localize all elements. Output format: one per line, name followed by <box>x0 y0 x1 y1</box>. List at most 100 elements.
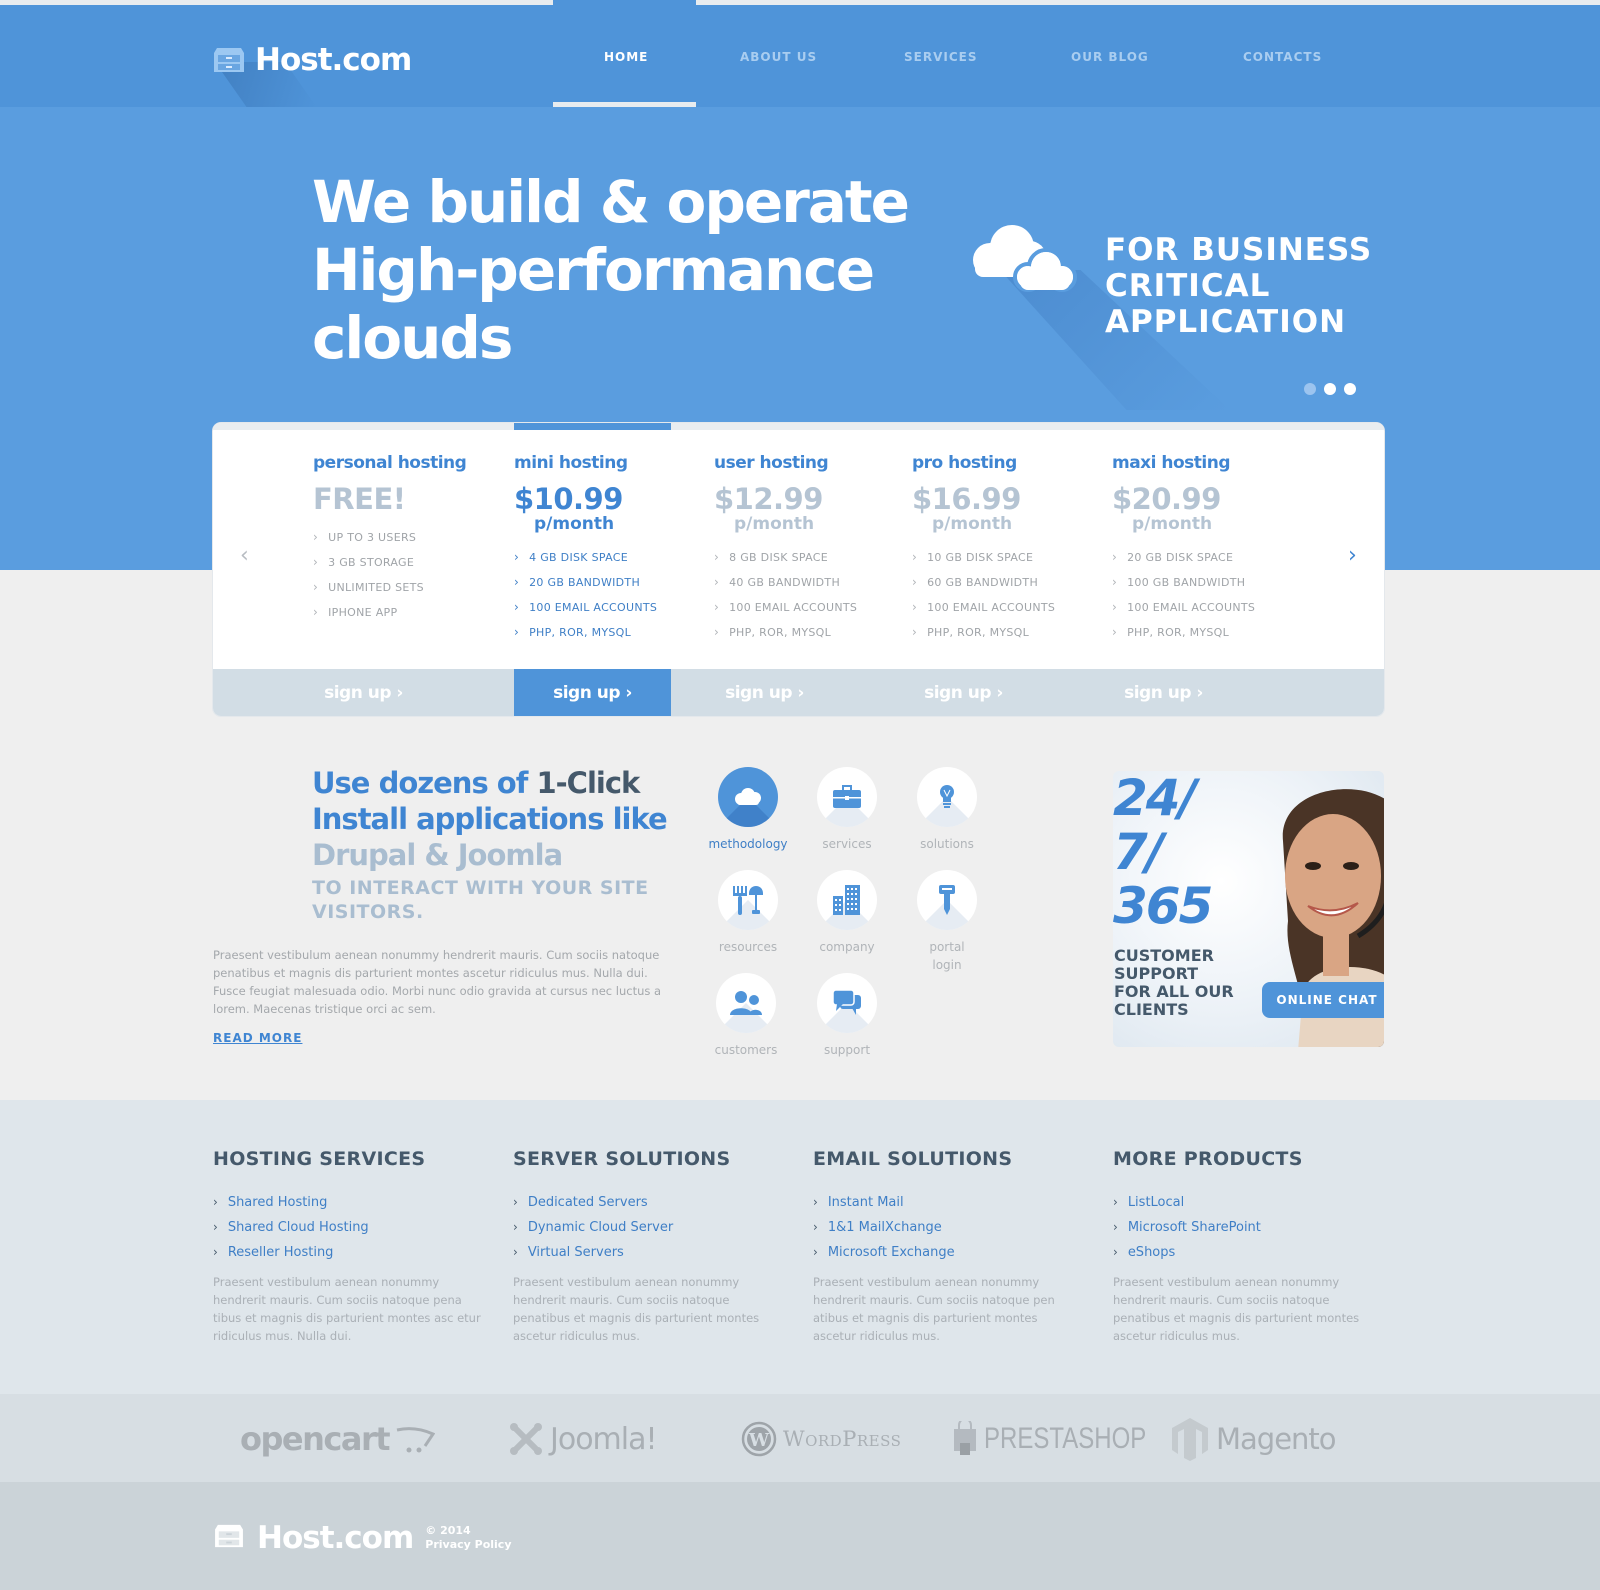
support-tagline-line: CUSTOMER <box>1114 946 1214 965</box>
magento-icon <box>1172 1418 1208 1461</box>
column-text: Praesent vestibulum aenean nonummy hendr… <box>813 1275 1055 1343</box>
column-title: MORE PRODUCTS <box>1113 1148 1303 1170</box>
users-icon <box>730 991 762 1015</box>
icon-circle <box>917 767 977 827</box>
nav-contacts[interactable]: CONTACTS <box>1243 50 1322 64</box>
feature-label: methodology <box>708 837 788 851</box>
feature-label: services <box>822 837 872 851</box>
support-availability: 24/ 7/ 365 <box>1113 771 1213 933</box>
column-link[interactable]: ListLocal <box>1113 1190 1383 1215</box>
building-icon <box>833 885 860 915</box>
column-link[interactable]: Reseller Hosting <box>213 1240 483 1265</box>
icon-circle <box>817 973 877 1033</box>
column-link[interactable]: Instant Mail <box>813 1190 1083 1215</box>
column-link[interactable]: Shared Hosting <box>213 1190 483 1215</box>
online-chat-button[interactable]: ONLINE CHAT <box>1262 982 1384 1018</box>
partner-opencart[interactable]: opencart <box>240 1414 436 1464</box>
support-tagline: CUSTOMER SUPPORT FOR ALL OUR CLIENTS <box>1114 947 1234 1019</box>
feature-customers[interactable]: customers <box>696 973 796 1059</box>
plan-feature: 100 EMAIL ACCOUNTS <box>1112 595 1302 620</box>
column-links: ListLocal Microsoft SharePoint eShops <box>1113 1190 1383 1265</box>
partner-name: Magento <box>1216 1422 1337 1456</box>
plan-features: 8 GB DISK SPACE 40 GB BANDWIDTH 100 EMAI… <box>714 545 904 645</box>
partner-magento[interactable]: Magento <box>1170 1414 1337 1464</box>
slider-dot[interactable] <box>1304 383 1316 395</box>
column-link[interactable]: 1&1 MailXchange <box>813 1215 1083 1240</box>
icon-circle <box>718 870 778 930</box>
prev-arrow-icon[interactable]: ‹ <box>240 543 249 568</box>
column-link[interactable]: eShops <box>1113 1240 1383 1265</box>
feature-label: resources <box>718 940 778 954</box>
plan-period: p/month <box>932 514 1013 534</box>
plan-period: p/month <box>734 514 815 534</box>
pricing-table: ‹ › personal hosting FREE! UP TO 3 USERS… <box>213 423 1384 716</box>
footer-logo-text[interactable]: Host.com <box>257 1520 414 1556</box>
svg-text:W: W <box>748 1430 770 1451</box>
feature-resources[interactable]: resources <box>698 870 798 956</box>
plan-feature: UNLIMITED SETS <box>313 575 503 600</box>
joomla-icon <box>510 1423 542 1455</box>
partner-joomla[interactable]: Joomla! <box>508 1414 658 1464</box>
partner-wordpress[interactable]: W WordPress <box>741 1414 901 1464</box>
lightbulb-icon <box>940 785 954 808</box>
hero-title: We build & operate High-performance clou… <box>312 168 910 372</box>
column-link[interactable]: Dynamic Cloud Server <box>513 1215 783 1240</box>
nav-about-us[interactable]: ABOUT US <box>740 50 817 64</box>
plan-period: p/month <box>534 514 615 534</box>
column-link[interactable]: Microsoft SharePoint <box>1113 1215 1383 1240</box>
plan-feature: 40 GB BANDWIDTH <box>714 570 904 595</box>
plan-price: $10.99 <box>514 482 623 516</box>
feature-portal-login[interactable]: portal login <box>897 870 997 974</box>
slider-dot[interactable] <box>1324 383 1336 395</box>
nav-home[interactable]: HOME <box>604 50 648 64</box>
column-text: Praesent vestibulum aenean nonummy hendr… <box>513 1275 760 1343</box>
feature-services[interactable]: services <box>797 767 897 853</box>
plan-features: UP TO 3 USERS 3 GB STORAGE UNLIMITED SET… <box>313 525 503 625</box>
privacy-policy-link[interactable]: Privacy Policy <box>425 1538 511 1552</box>
hero-subtitle-line: FOR BUSINESS <box>1105 232 1373 268</box>
plan-mini: mini hosting $10.99 p/month 4 GB DISK SP… <box>514 453 704 645</box>
hero-title-line: clouds <box>312 304 513 372</box>
read-more-link[interactable]: READ MORE <box>213 1031 302 1045</box>
signup-button-user[interactable]: sign up › <box>686 669 843 716</box>
signup-button-maxi[interactable]: sign up › <box>1085 669 1242 716</box>
slider-dot[interactable] <box>1344 383 1356 395</box>
plan-features: 20 GB DISK SPACE 100 GB BANDWIDTH 100 EM… <box>1112 545 1302 645</box>
plan-maxi: maxi hosting $20.99 p/month 20 GB DISK S… <box>1112 453 1302 645</box>
column-link[interactable]: Virtual Servers <box>513 1240 783 1265</box>
next-arrow-icon[interactable]: › <box>1348 543 1357 568</box>
cabinet-icon <box>213 1523 245 1553</box>
column-link[interactable]: Dedicated Servers <box>513 1190 783 1215</box>
feature-company[interactable]: company <box>797 870 897 956</box>
support-tagline-line: CLIENTS <box>1114 1000 1189 1019</box>
chat-icon <box>832 989 861 1015</box>
nav-our-blog[interactable]: OUR BLOG <box>1071 50 1149 64</box>
plan-feature: 100 EMAIL ACCOUNTS <box>912 595 1102 620</box>
plan-name: maxi hosting <box>1112 453 1231 473</box>
hero-title-line: High-performance <box>312 236 875 304</box>
signup-button-pro[interactable]: sign up › <box>885 669 1042 716</box>
partner-prestashop[interactable]: PRESTASHOP <box>952 1414 1187 1464</box>
icon-circle <box>718 767 778 827</box>
plan-feature: 4 GB DISK SPACE <box>514 545 704 570</box>
column-link[interactable]: Microsoft Exchange <box>813 1240 1083 1265</box>
nav-services[interactable]: SERVICES <box>904 50 977 64</box>
plan-user: user hosting $12.99 p/month 8 GB DISK SP… <box>714 453 904 645</box>
plan-feature: 3 GB STORAGE <box>313 550 503 575</box>
feature-methodology[interactable]: methodology <box>698 767 798 853</box>
plan-feature: 100 EMAIL ACCOUNTS <box>714 595 904 620</box>
signup-button-personal[interactable]: sign up › <box>285 669 442 716</box>
plan-feature: IPHONE APP <box>313 600 503 625</box>
column-text: Praesent vestibulum aenean nonummy hendr… <box>213 1275 481 1343</box>
plan-feature: PHP, ROR, MYSQL <box>514 620 704 645</box>
feature-label: customers <box>714 1043 778 1057</box>
plan-pro: pro hosting $16.99 p/month 10 GB DISK SP… <box>912 453 1102 645</box>
feature-support[interactable]: support <box>797 973 897 1059</box>
feature-solutions[interactable]: solutions <box>897 767 997 853</box>
signup-button-mini[interactable]: sign up › <box>514 669 671 716</box>
slider-pagination <box>1304 383 1356 395</box>
signup-bar: sign up › sign up › sign up › sign up › … <box>213 669 1384 716</box>
column-link[interactable]: Shared Cloud Hosting <box>213 1215 483 1240</box>
plan-name: user hosting <box>714 453 829 473</box>
plan-feature: 100 EMAIL ACCOUNTS <box>514 595 704 620</box>
